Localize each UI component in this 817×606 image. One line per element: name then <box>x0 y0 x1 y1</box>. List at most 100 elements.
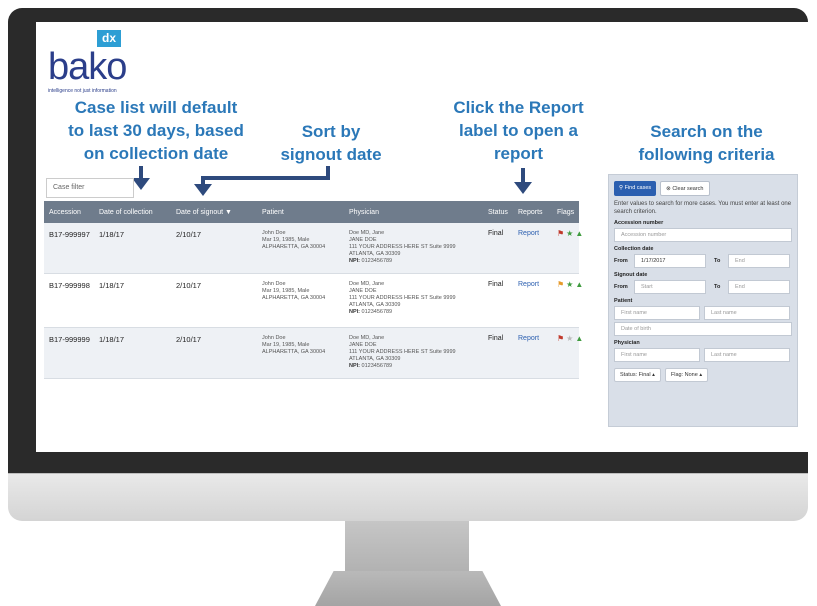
physician-name: Doe MD, Jane <box>349 335 385 341</box>
flag-icon[interactable]: ⚑ <box>557 281 564 289</box>
callout-line: label to open a <box>458 121 579 140</box>
clear-search-button[interactable]: ⊗ Clear search <box>660 181 710 196</box>
patient-location: ALPHARETTA, GA 30004 <box>262 244 326 250</box>
arrow-collection-shaft <box>139 166 143 178</box>
callout-search: Search on the following criteria <box>604 120 809 166</box>
flag-icon[interactable]: ⚑ <box>557 230 564 238</box>
cell-patient: John Doe Mar 19, 1985, Male ALPHARETTA, … <box>257 230 344 273</box>
patient-location: ALPHARETTA, GA 30004 <box>262 349 326 355</box>
callout-report: Click the Report label to open a report <box>431 96 606 165</box>
find-cases-button[interactable]: ⚲ Find cases <box>614 181 657 196</box>
star-icon[interactable]: ★ <box>566 335 573 343</box>
filter-dropdowns: Status: Final ▴ Flag: None ▴ <box>614 368 792 382</box>
sort-desc-icon: ▼ <box>225 208 232 216</box>
flag-dropdown[interactable]: Flag: None ▴ <box>664 368 709 382</box>
status-dropdown[interactable]: Status: Final ▴ <box>614 368 661 382</box>
report-link[interactable]: Report <box>518 230 539 237</box>
npi-value: 0123456789 <box>361 363 393 369</box>
patient-dob-sex: Mar 19, 1985, Male <box>262 288 310 294</box>
cell-status: Final <box>488 335 504 342</box>
monitor-stand-base <box>315 571 501 606</box>
signout-date-row: From Start To End <box>614 280 792 294</box>
table-header: Accession Date of collection Date of sig… <box>44 201 579 223</box>
physician-address: 111 YOUR ADDRESS HERE ST Suite 9999 <box>349 295 456 301</box>
col-accession[interactable]: Accession <box>44 209 94 216</box>
search-hint: Enter values to search for more cases. Y… <box>614 201 792 215</box>
cell-accession: B17-999997 <box>49 230 90 239</box>
cell-flags: ⚑ ★ ▲ <box>552 230 583 273</box>
physician-city: ATLANTA, GA 30309 <box>349 356 401 362</box>
cell-collection-date: 1/18/17 <box>99 281 125 290</box>
cell-report: Report <box>513 335 552 378</box>
cell-status: Final <box>488 281 504 288</box>
physician-name: Doe MD, Jane <box>349 230 385 236</box>
report-link[interactable]: Report <box>518 335 539 342</box>
collection-date-label: Collection date <box>614 246 654 252</box>
monitor-mockup: dx bako intelligence not just informatio… <box>0 0 817 606</box>
npi-label: NPI: <box>349 363 360 369</box>
npi-value: 0123456789 <box>361 258 393 264</box>
cell-report: Report <box>513 281 552 327</box>
col-patient[interactable]: Patient <box>257 209 344 216</box>
col-date-of-signout[interactable]: Date of signout ▼ <box>171 209 257 216</box>
physician-address: 111 YOUR ADDRESS HERE ST Suite 9999 <box>349 244 456 250</box>
warning-triangle-icon[interactable]: ▲ <box>575 230 583 238</box>
physician-label: Physician <box>614 340 640 346</box>
collection-date-row: From 1/17/2017 To End <box>614 254 792 268</box>
callout-line: Case list will default <box>74 98 238 117</box>
patient-name: John Doe <box>262 335 286 341</box>
physician-last-name-input[interactable]: Last name <box>704 348 790 362</box>
cell-physician: Doe MD, Jane JANE DOE 111 YOUR ADDRESS H… <box>344 230 483 273</box>
report-link[interactable]: Report <box>518 281 539 288</box>
caret-up-icon: ▴ <box>652 372 655 378</box>
collection-to-label: To <box>714 258 721 264</box>
accession-number-input[interactable]: Accession number <box>614 228 792 242</box>
physician-first-name-input[interactable]: First name <box>614 348 700 362</box>
logo-tagline: intelligence not just information <box>48 88 117 94</box>
table-row[interactable]: B17-999997 1/18/17 2/10/17 John Doe Mar … <box>44 223 583 274</box>
callout-line: signout date <box>280 145 382 164</box>
accession-label: Accession number <box>614 220 664 226</box>
arrow-report-head <box>514 182 532 194</box>
warning-triangle-icon[interactable]: ▲ <box>575 335 583 343</box>
cell-signout-date: 2/10/17 <box>176 335 202 344</box>
col-signout-label: Date of signout <box>176 208 224 216</box>
case-filter-input[interactable]: Case filter <box>46 178 134 198</box>
signout-to-label: To <box>714 284 721 290</box>
app-screen: dx bako intelligence not just informatio… <box>36 22 812 452</box>
physician-name: Doe MD, Jane <box>349 281 385 287</box>
col-reports[interactable]: Reports <box>513 209 552 216</box>
physician-contact: JANE DOE <box>349 288 377 294</box>
callout-line: Sort by <box>301 122 361 141</box>
flag-icon[interactable]: ⚑ <box>557 335 564 343</box>
patient-first-name-input[interactable]: First name <box>614 306 700 320</box>
physician-contact: JANE DOE <box>349 342 377 348</box>
table-row[interactable]: B17-999999 1/18/17 2/10/17 John Doe Mar … <box>44 328 583 379</box>
cell-accession: B17-999999 <box>49 335 90 344</box>
signout-to-input[interactable]: End <box>728 280 790 294</box>
physician-address: 111 YOUR ADDRESS HERE ST Suite 9999 <box>349 349 456 355</box>
col-status[interactable]: Status <box>483 209 513 216</box>
table-row[interactable]: B17-999998 1/18/17 2/10/17 John Doe Mar … <box>44 274 583 328</box>
cell-patient: John Doe Mar 19, 1985, Male ALPHARETTA, … <box>257 335 344 378</box>
patient-name: John Doe <box>262 281 286 287</box>
col-date-of-collection[interactable]: Date of collection <box>94 209 171 216</box>
cell-collection-date: 1/18/17 <box>99 335 125 344</box>
callout-line: on collection date <box>83 144 229 163</box>
patient-dob-input[interactable]: Date of birth <box>614 322 792 336</box>
arrow-sort-shaft-h <box>201 176 330 180</box>
collection-from-input[interactable]: 1/17/2017 <box>634 254 706 268</box>
col-physician[interactable]: Physician <box>344 209 483 216</box>
star-icon[interactable]: ★ <box>566 230 573 238</box>
signout-from-input[interactable]: Start <box>634 280 706 294</box>
warning-triangle-icon[interactable]: ▲ <box>575 281 583 289</box>
logo-badge: dx <box>97 30 121 47</box>
cell-collection-date: 1/18/17 <box>99 230 125 239</box>
star-icon[interactable]: ★ <box>566 281 573 289</box>
npi-label: NPI: <box>349 309 360 315</box>
col-flags[interactable]: Flags <box>552 209 579 216</box>
cell-report: Report <box>513 230 552 273</box>
physician-city: ATLANTA, GA 30309 <box>349 251 401 257</box>
patient-last-name-input[interactable]: Last name <box>704 306 790 320</box>
collection-to-input[interactable]: End <box>728 254 790 268</box>
